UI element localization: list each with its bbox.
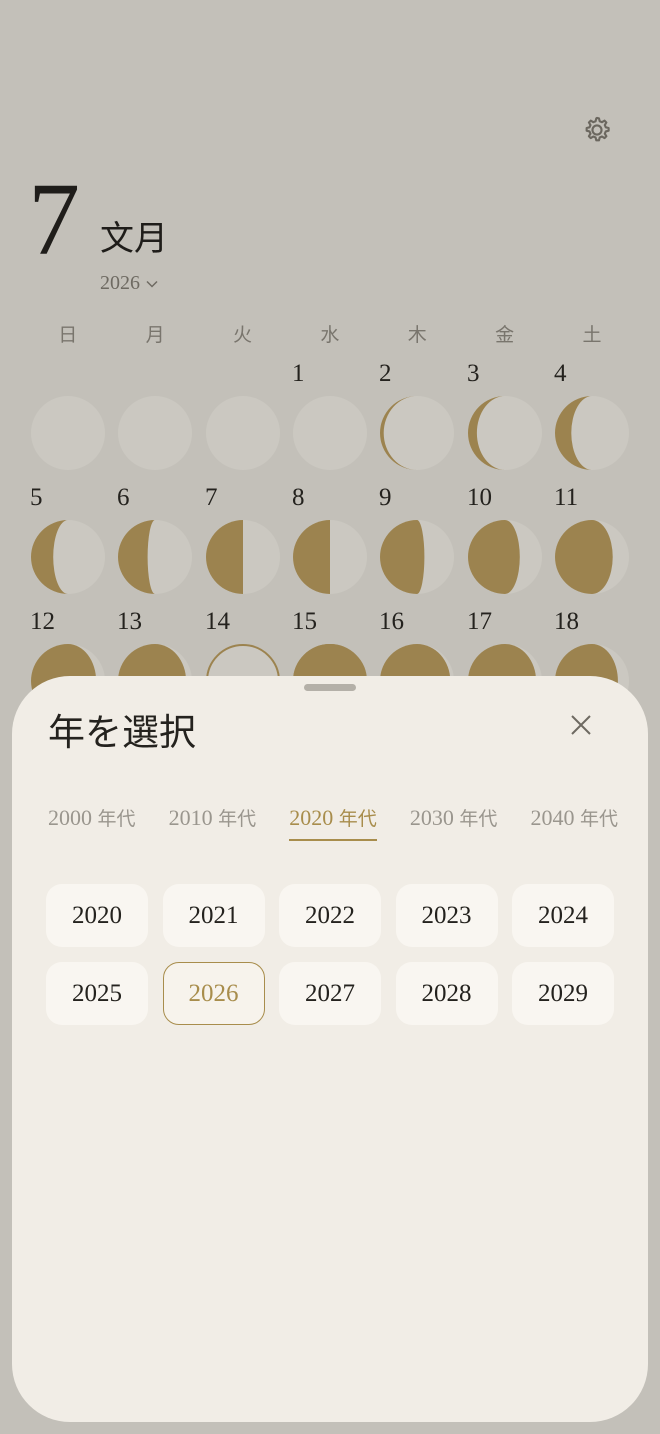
moon-phase-icon [206, 396, 280, 470]
decade-tabs: 2000 年代 2010 年代 2020 年代 2030 年代 2040 年代 [48, 804, 618, 841]
decade-suffix: 年代 [459, 808, 498, 830]
day-number: 5 [30, 484, 43, 511]
moon-phase-icon [31, 396, 105, 470]
moon-phase-icon[interactable] [377, 517, 457, 597]
year-button-2023[interactable]: 2023 [395, 884, 498, 947]
moon-lit-area [293, 520, 330, 594]
year-grid: 2020 2021 2022 2023 2024 2025 2026 2027 … [46, 884, 614, 1025]
weekday-label: 日 [58, 324, 78, 346]
day-number: 7 [205, 484, 218, 511]
sheet-title: 年を選択 [48, 711, 196, 754]
weekday-label: 火 [232, 324, 252, 346]
day-number: 8 [292, 484, 305, 511]
decade-label: 2010 [168, 805, 213, 830]
year-button-2024[interactable]: 2024 [512, 884, 614, 947]
moon-phase-icon [118, 396, 192, 470]
moon-shadow [31, 396, 105, 470]
year-button-2027[interactable]: 2027 [279, 962, 381, 1025]
year-button-2025[interactable]: 2025 [46, 962, 148, 1025]
day-number: 18 [554, 608, 579, 635]
day-number: 9 [379, 484, 392, 511]
moon-phase-icon[interactable] [552, 393, 632, 473]
weekday-label: 木 [407, 324, 427, 346]
decade-tab-2030[interactable]: 2030 年代 [410, 804, 498, 841]
moon-lit-area [380, 520, 425, 594]
day-number: 17 [467, 608, 492, 635]
month-name: 文月 [100, 219, 168, 259]
close-icon[interactable] [568, 712, 594, 738]
weekday-label: 水 [320, 324, 340, 346]
decade-suffix: 年代 [579, 808, 618, 830]
weekday-label: 金 [495, 324, 515, 346]
year-picker[interactable]: 2026 [100, 272, 158, 295]
moon-lit-area [555, 520, 613, 594]
weekday-label: 土 [582, 324, 602, 346]
moon-phase-icon[interactable] [28, 517, 108, 597]
day-number: 6 [117, 484, 130, 511]
day-number: 3 [467, 360, 480, 387]
day-number: 2 [379, 360, 392, 387]
day-number: 15 [292, 608, 317, 635]
year-button-2022[interactable]: 2022 [279, 884, 381, 947]
day-number: 11 [554, 484, 579, 511]
decade-label: 2000 [48, 805, 92, 830]
year-button-2029[interactable]: 2029 [512, 962, 614, 1025]
decade-tab-2000[interactable]: 2000 年代 [48, 804, 136, 841]
decade-label: 2030 [409, 805, 454, 830]
moon-phase-icon[interactable] [115, 517, 195, 597]
decade-tab-2020[interactable]: 2020 年代 [289, 804, 377, 841]
moon-phase-icon[interactable] [552, 517, 632, 597]
day-number: 16 [379, 608, 404, 635]
sheet-drag-handle[interactable] [304, 684, 356, 691]
year-button-2020[interactable]: 2020 [46, 884, 148, 947]
moon-lit-area [468, 520, 520, 594]
decade-suffix: 年代 [97, 808, 136, 830]
decade-tab-2040[interactable]: 2040 年代 [530, 804, 618, 841]
weekday-label: 月 [145, 324, 165, 346]
moon-phase-icon[interactable] [203, 517, 283, 597]
year-button-2028[interactable]: 2028 [395, 962, 498, 1025]
moon-phase-icon[interactable] [465, 517, 545, 597]
chevron-down-icon [146, 280, 158, 288]
day-number: 4 [554, 360, 567, 387]
month-number: 7 [28, 162, 80, 277]
moon-phase-icon[interactable] [465, 393, 545, 473]
moon-phase-icon[interactable] [377, 393, 457, 473]
gear-icon[interactable] [580, 113, 614, 147]
moon-shadow [118, 396, 192, 470]
moon-shadow [293, 396, 367, 470]
day-number: 13 [117, 608, 142, 635]
decade-label: 2020 [289, 805, 334, 830]
decade-tab-2010[interactable]: 2010 年代 [169, 804, 257, 841]
moon-lit-area [206, 520, 243, 594]
moon-phase-icon[interactable] [290, 393, 370, 473]
moon-shadow [206, 396, 280, 470]
decade-suffix: 年代 [338, 808, 377, 830]
day-number: 14 [205, 608, 230, 635]
weekday-header: 日 月 火 水 木 金 土 [24, 320, 636, 347]
year-label: 2026 [100, 272, 140, 294]
moon-phase-icon[interactable] [290, 517, 370, 597]
decade-suffix: 年代 [218, 808, 257, 830]
year-button-2026[interactable]: 2026 [162, 962, 265, 1025]
decade-label: 2040 [530, 805, 575, 830]
day-number: 10 [467, 484, 492, 511]
year-button-2021[interactable]: 2021 [162, 884, 265, 947]
day-number: 1 [292, 360, 305, 387]
year-select-sheet: 年を選択 2000 年代 2010 年代 2020 年代 2030 年代 204… [12, 676, 648, 1422]
day-number: 12 [30, 608, 55, 635]
